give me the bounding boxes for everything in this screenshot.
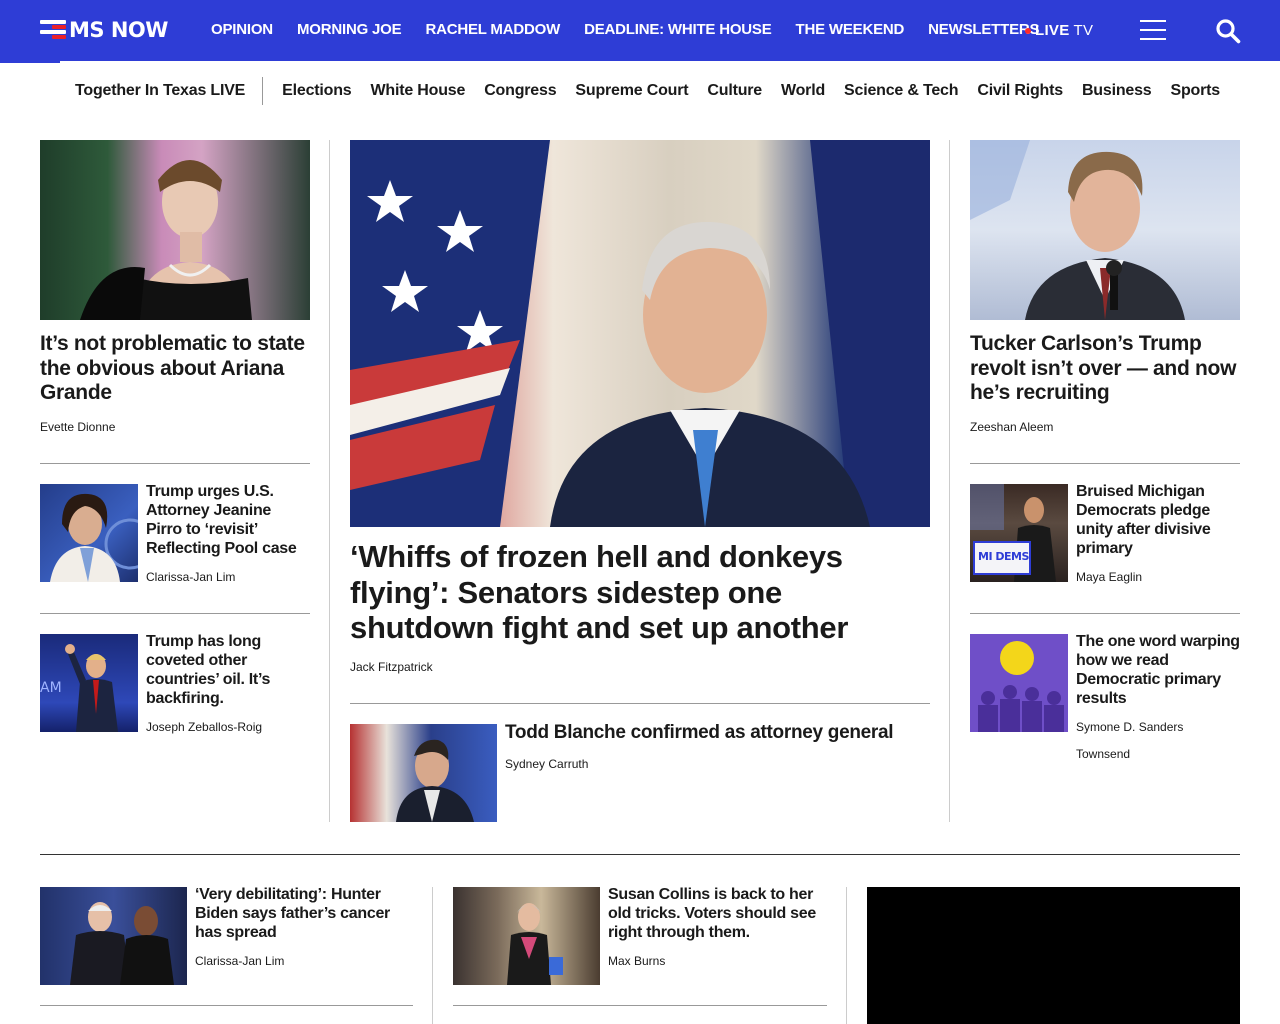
section-sports[interactable]: Sports: [1171, 82, 1221, 100]
section-supreme-court[interactable]: Supreme Court: [575, 82, 688, 100]
section-nav: Together In Texas LIVE Elections White H…: [75, 77, 1239, 105]
section-science-tech[interactable]: Science & Tech: [844, 82, 958, 100]
section-elections[interactable]: Elections: [282, 82, 352, 100]
nav-rachel-maddow[interactable]: RACHEL MADDOW: [425, 21, 560, 38]
right-lead-image[interactable]: [970, 140, 1240, 320]
bottom-story-2-headline[interactable]: Susan Collins is back to her old tricks.…: [608, 885, 830, 942]
left-story-1-image[interactable]: [40, 484, 138, 582]
bottom-story-1-image[interactable]: [40, 887, 187, 985]
bottom-story-2-image[interactable]: [453, 887, 600, 985]
right-divider-1: [970, 463, 1240, 464]
live-label: LIVE: [1035, 22, 1070, 39]
right-story-1-image[interactable]: MI DEMS: [970, 484, 1068, 582]
bottom-story-1-byline[interactable]: Clarissa-Jan Lim: [195, 954, 284, 968]
center-secondary-image[interactable]: [350, 724, 497, 822]
logo-text: MS NOW: [69, 18, 168, 42]
svg-text:AM: AM: [40, 680, 62, 696]
section-world[interactable]: World: [781, 82, 825, 100]
right-story-2-image[interactable]: [970, 634, 1068, 732]
right-story-1-byline[interactable]: Maya Eaglin: [1076, 570, 1142, 584]
nav-the-weekend[interactable]: THE WEEKEND: [796, 21, 905, 38]
right-story-1-headline[interactable]: Bruised Michigan Democrats pledge unity …: [1076, 482, 1240, 558]
nav-opinion[interactable]: OPINION: [211, 21, 273, 38]
nav-morning-joe[interactable]: MORNING JOE: [297, 21, 402, 38]
section-nav-divider: [262, 77, 264, 105]
nav-accent-line: [0, 61, 60, 63]
video-player[interactable]: [867, 887, 1240, 1024]
primary-nav: OPINION MORNING JOE RACHEL MADDOW DEADLI…: [211, 21, 1063, 38]
nav-deadline-white-house[interactable]: DEADLINE: WHITE HOUSE: [584, 21, 772, 38]
search-icon[interactable]: [1215, 18, 1241, 44]
top-navigation-bar: MS NOW OPINION MORNING JOE RACHEL MADDOW…: [0, 0, 1280, 61]
left-story-2-image[interactable]: AM: [40, 634, 138, 732]
left-story-1-byline[interactable]: Clarissa-Jan Lim: [146, 570, 235, 584]
center-lead-image[interactable]: [350, 140, 930, 527]
left-story-1-headline[interactable]: Trump urges U.S. Attorney Jeanine Pirro …: [146, 482, 310, 558]
live-tv-link[interactable]: LIVE TV: [1025, 22, 1093, 39]
live-tv-label: TV: [1073, 22, 1094, 39]
center-lead-headline[interactable]: ‘Whiffs of frozen hell and donkeys flyin…: [350, 539, 930, 646]
left-lead-headline[interactable]: It’s not problematic to state the obviou…: [40, 332, 310, 406]
right-lead-headline[interactable]: Tucker Carlson’s Trump revolt isn’t over…: [970, 332, 1240, 406]
hamburger-menu-icon[interactable]: [1140, 19, 1166, 41]
section-together-in-texas-live[interactable]: Together In Texas LIVE: [75, 82, 245, 100]
section-culture[interactable]: Culture: [707, 82, 762, 100]
bottom-column-divider-2: [846, 887, 847, 1024]
left-divider-1: [40, 463, 310, 464]
left-story-2-headline[interactable]: Trump has long coveted other countries’ …: [146, 632, 310, 708]
left-lead-image[interactable]: [40, 140, 310, 320]
right-column-divider: [949, 140, 950, 822]
right-story-2-headline[interactable]: The one word warping how we read Democra…: [1076, 632, 1240, 708]
center-secondary-byline[interactable]: Sydney Carruth: [505, 757, 588, 771]
left-story-2-byline[interactable]: Joseph Zeballos-Roig: [146, 720, 262, 734]
right-story-2-byline-cont[interactable]: Townsend: [1076, 747, 1130, 761]
right-lead-byline[interactable]: Zeeshan Aleem: [970, 420, 1053, 434]
section-white-house[interactable]: White House: [371, 82, 466, 100]
right-divider-2: [970, 613, 1240, 614]
logo-mark-icon: [40, 20, 66, 40]
section-divider: [40, 854, 1240, 855]
bottom-story-1-headline[interactable]: ‘Very debilitating’: Hunter Biden says f…: [195, 885, 413, 942]
section-congress[interactable]: Congress: [484, 82, 556, 100]
left-column-divider: [329, 140, 330, 822]
center-secondary-headline[interactable]: Todd Blanche confirmed as attorney gener…: [505, 722, 930, 744]
nav-newsletters[interactable]: NEWSLETTERS: [928, 21, 1039, 38]
right-story-2-byline[interactable]: Symone D. Sanders: [1076, 720, 1183, 734]
center-lead-byline[interactable]: Jack Fitzpatrick: [350, 660, 433, 674]
left-divider-2: [40, 613, 310, 614]
bottom-divider-2: [453, 1005, 827, 1006]
section-business[interactable]: Business: [1082, 82, 1152, 100]
bottom-column-divider-1: [432, 887, 433, 1024]
live-dot-icon: [1025, 27, 1031, 34]
section-civil-rights[interactable]: Civil Rights: [977, 82, 1063, 100]
left-lead-byline[interactable]: Evette Dionne: [40, 420, 115, 434]
bottom-story-2-byline[interactable]: Max Burns: [608, 954, 665, 968]
right-story-1-image-sign-text: MI DEMS: [978, 550, 1029, 563]
center-divider: [350, 703, 930, 704]
bottom-divider-1: [40, 1005, 413, 1006]
ms-now-logo[interactable]: MS NOW: [40, 18, 168, 42]
